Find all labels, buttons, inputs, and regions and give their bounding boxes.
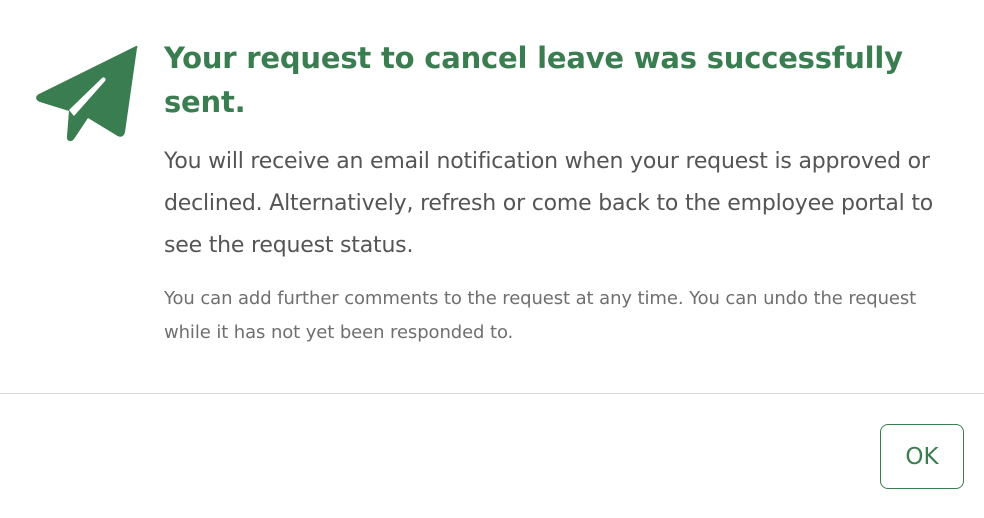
dialog-title: Your request to cancel leave was success… xyxy=(164,41,903,119)
success-dialog: Your request to cancel leave was success… xyxy=(0,0,984,518)
dialog-footer: OK xyxy=(0,394,984,518)
paper-plane-icon xyxy=(36,44,138,144)
dialog-note: You can add further comments to the requ… xyxy=(164,288,917,343)
dialog-body: Your request to cancel leave was success… xyxy=(0,0,984,393)
dialog-message: You will receive an email notification w… xyxy=(164,149,934,258)
dialog-content: Your request to cancel leave was success… xyxy=(164,36,964,350)
ok-button[interactable]: OK xyxy=(880,424,964,489)
